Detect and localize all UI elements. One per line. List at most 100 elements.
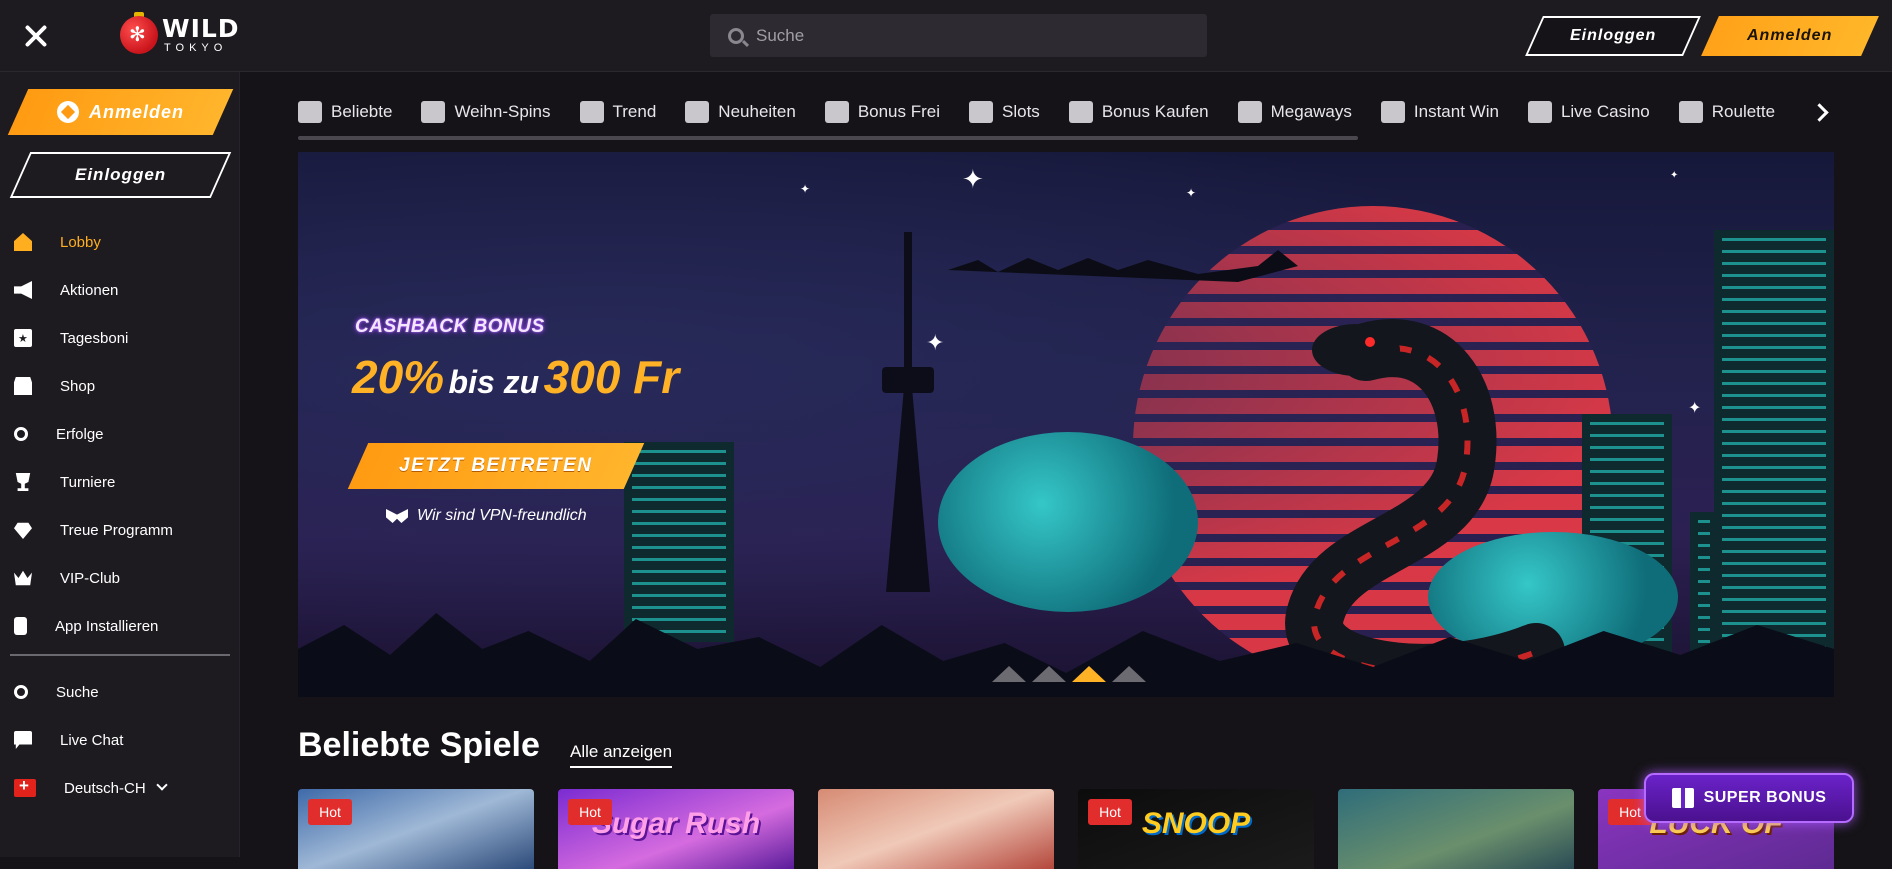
home-icon (14, 233, 32, 251)
join-now-label: JETZT BEITRETEN (399, 455, 593, 476)
sidebar-item-shop[interactable]: Shop (0, 362, 240, 410)
stopwatch-icon (1380, 101, 1405, 123)
game-tile[interactable]: Sugar Rush Hot (558, 789, 794, 869)
carousel-dot[interactable] (1032, 666, 1066, 682)
tab-label: Bonus Kaufen (1101, 102, 1209, 121)
tab-label: Roulette (1711, 102, 1776, 121)
tab-instant-win[interactable]: Instant Win (1380, 101, 1499, 123)
language-selector[interactable]: Deutsch-CH (0, 764, 240, 812)
tab-label: Neuheiten (718, 102, 796, 121)
super-bonus-button[interactable]: SUPER BONUS (1644, 773, 1854, 823)
chevron-right-icon[interactable] (1804, 92, 1834, 132)
crown-icon (298, 101, 322, 123)
hot-badge: Hot (568, 799, 612, 825)
flame-icon (579, 101, 604, 123)
star-icon: ✦ (962, 164, 984, 194)
search-icon (728, 28, 744, 44)
carousel-dot[interactable] (992, 666, 1026, 682)
vpn-text: Wir sind VPN-freundlich (417, 507, 587, 524)
game-tile[interactable]: Hot (298, 789, 534, 869)
tab-live-casino[interactable]: Live Casino (1527, 101, 1650, 123)
promo-headline: 20% bis zu 300 Fr (352, 350, 679, 404)
sidebar-bottom-nav: Suche Live Chat Deutsch-CH (0, 668, 240, 812)
tab-label: Bonus Frei (857, 102, 941, 121)
gem-icon (56, 101, 79, 123)
login-button-label: Einloggen (1569, 27, 1657, 44)
tab-label: Live Casino (1560, 102, 1650, 121)
register-button[interactable]: Anmelden (1701, 16, 1879, 56)
sidebar-item-suche[interactable]: Suche (0, 668, 240, 716)
tab-beliebte[interactable]: Beliebte (298, 101, 392, 123)
sidebar-item-label: Live Chat (60, 731, 124, 749)
sidebar-nav: Lobby Aktionen Tagesboni Shop Erfolge Tu… (0, 218, 240, 650)
slot-machine-icon (969, 101, 994, 123)
live-dealer-icon (1527, 101, 1552, 123)
category-scrollbar[interactable] (298, 136, 1358, 140)
sidebar: Anmelden Einloggen Lobby Aktionen Tagesb… (0, 72, 240, 857)
promo-percent: 20% (352, 351, 445, 403)
tab-label: Slots (1002, 102, 1040, 121)
logo[interactable]: WILD TOKYO (118, 12, 239, 58)
swiss-flag-icon (14, 776, 36, 797)
building (624, 442, 734, 642)
promo-middle-text: bis zu (448, 364, 540, 400)
money-bag-icon (1068, 101, 1093, 123)
reindeer-sleigh-silhouette (948, 250, 1298, 282)
sidebar-divider (10, 654, 230, 656)
tab-roulette[interactable]: Roulette (1678, 101, 1776, 123)
carousel-indicators (992, 666, 1146, 682)
sidebar-item-tagesboni[interactable]: Tagesboni (0, 314, 240, 362)
megaways-icon (1237, 101, 1262, 123)
tab-label: Beliebte (331, 102, 393, 121)
tab-label: Instant Win (1413, 102, 1499, 121)
sidebar-item-aktionen[interactable]: Aktionen (0, 266, 240, 314)
game-tile[interactable] (1338, 789, 1574, 869)
tab-bonus-kaufen[interactable]: Bonus Kaufen (1068, 101, 1209, 123)
sidebar-item-treue-programm[interactable]: Treue Programm (0, 506, 240, 554)
search-icon (14, 685, 28, 699)
language-label: Deutsch-CH (64, 779, 146, 797)
game-tile[interactable] (818, 789, 1054, 869)
search-input[interactable] (756, 14, 1196, 57)
close-menu-icon[interactable] (22, 22, 50, 50)
tab-label: Weihn-Spins (454, 102, 551, 121)
sidebar-item-app-installieren[interactable]: App Installieren (0, 602, 240, 650)
sidebar-item-turniere[interactable]: Turniere (0, 458, 240, 506)
building (1714, 230, 1834, 670)
tab-label: Trend (612, 102, 657, 121)
tab-megaways[interactable]: Megaways (1237, 101, 1352, 123)
sidebar-item-live-chat[interactable]: Live Chat (0, 716, 240, 764)
sidebar-register-button[interactable]: Anmelden (7, 89, 234, 135)
tab-neuheiten[interactable]: Neuheiten (685, 101, 796, 123)
join-now-button[interactable]: JETZT BEITRETEN (347, 443, 645, 489)
crown-icon (14, 570, 32, 586)
hot-badge: Hot (308, 799, 352, 825)
sidebar-item-label: Tagesboni (60, 329, 129, 347)
tab-weihn-spins[interactable]: Weihn-Spins (421, 101, 551, 123)
view-all-link[interactable]: Alle anzeigen (570, 742, 673, 768)
tab-trend[interactable]: Trend (579, 101, 657, 123)
building (1690, 512, 1718, 652)
star-icon: ✦ (800, 182, 811, 196)
tab-slots[interactable]: Slots (969, 101, 1040, 123)
game-tile[interactable]: SNOOP Hot (1078, 789, 1314, 869)
award-icon (14, 427, 28, 441)
carousel-dot[interactable] (1112, 666, 1146, 682)
snake-illustration (1285, 319, 1565, 692)
sidebar-item-lobby[interactable]: Lobby (0, 218, 240, 266)
star-icon: ✦ (1688, 400, 1702, 417)
promo-banner[interactable]: ✦ ✦ ✦ ✦ ✦ ✦ (298, 152, 1834, 697)
sidebar-item-label: Shop (60, 377, 96, 395)
star-icon: ✦ (1186, 186, 1197, 200)
tab-label: Megaways (1270, 102, 1352, 121)
sidebar-item-vip-club[interactable]: VIP-Club (0, 554, 240, 602)
sidebar-login-button[interactable]: Einloggen (9, 152, 232, 198)
diamond-icon (14, 522, 32, 539)
sidebar-register-label: Anmelden (88, 101, 184, 122)
login-button[interactable]: Einloggen (1525, 16, 1701, 56)
search-bar[interactable] (710, 14, 1207, 57)
tab-bonus-frei[interactable]: Bonus Frei (824, 101, 941, 123)
carousel-dot-active[interactable] (1072, 666, 1106, 682)
sidebar-item-erfolge[interactable]: Erfolge (0, 410, 240, 458)
super-bonus-label: SUPER BONUS (1703, 789, 1827, 806)
